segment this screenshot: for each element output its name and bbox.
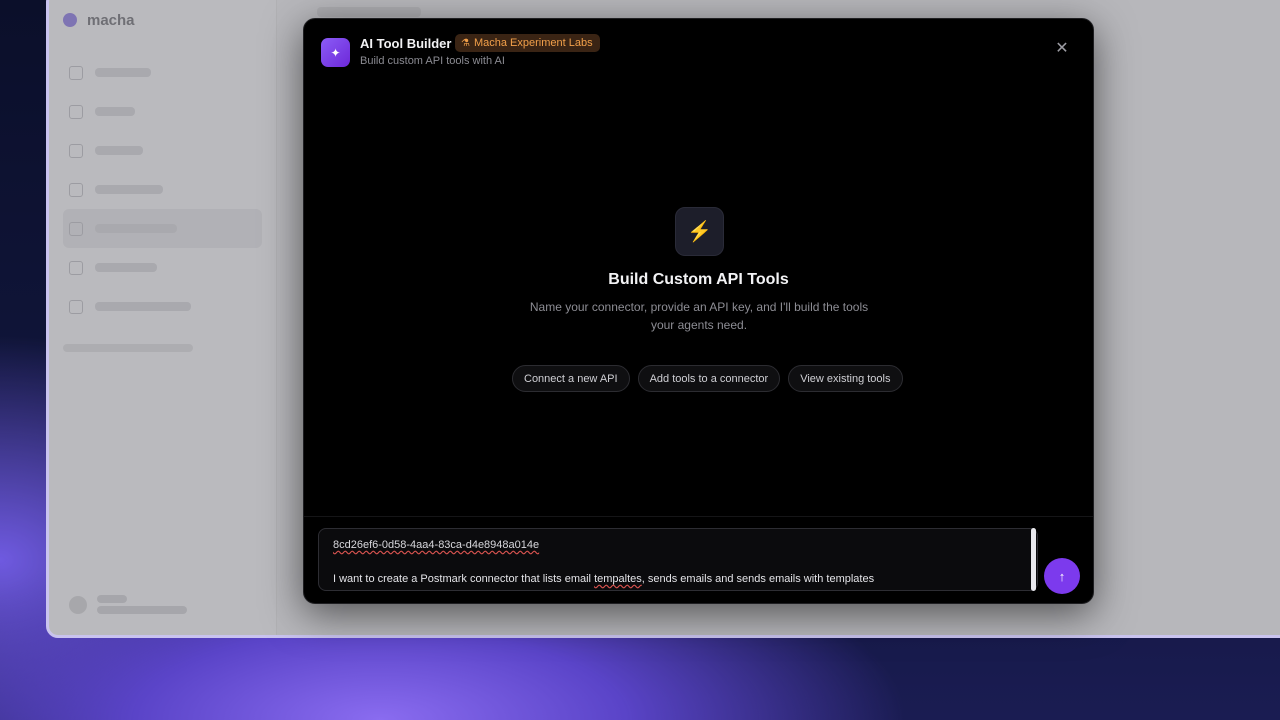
ai-tool-builder-modal: ✦ AI Tool Builder ⚗ Macha Experiment Lab… [303, 18, 1094, 604]
prompt-text-part1: I want to create a Postmark connector th… [333, 573, 595, 585]
suggestion-add-tools-to-connector[interactable]: Add tools to a connector [637, 365, 781, 392]
prompt-text-part2: , sends emails and sends emails with tem… [641, 573, 875, 585]
flask-icon: ⚗ [461, 37, 470, 49]
hero-title: Build Custom API Tools [608, 271, 789, 288]
api-key-text: 8cd26ef6-0d58-4aa4-83ca-d4e8948a014e [333, 539, 539, 551]
arrow-up-icon: ↑ [1058, 568, 1066, 584]
api-key-value: 8cd26ef6-0d58-4aa4-83ca-d4e8948a014e [333, 539, 540, 551]
prompt-misspelled-word: tempaltes [594, 573, 642, 585]
hero-description: Name your connector, provide an API key,… [529, 300, 869, 332]
modal-title: AI Tool Builder [360, 36, 452, 51]
prompt-text: I want to create a Postmark connector th… [333, 573, 874, 585]
message-input[interactable]: 8cd26ef6-0d58-4aa4-83ca-d4e8948a014e I w… [318, 528, 1038, 591]
modal-subtitle: Build custom API tools with AI [360, 55, 505, 67]
send-button[interactable]: ↑ [1044, 558, 1080, 594]
suggestion-chips: Connect a new API Add tools to a connect… [512, 365, 903, 392]
suggestion-view-existing-tools[interactable]: View existing tools [788, 365, 903, 392]
composer-area: 8cd26ef6-0d58-4aa4-83ca-d4e8948a014e I w… [304, 516, 1093, 603]
lightning-icon: ⚡ [675, 207, 724, 256]
input-scrollbar[interactable] [1031, 528, 1036, 591]
badge-label: Macha Experiment Labs [473, 37, 593, 49]
close-icon[interactable]: ✕ [1055, 41, 1069, 57]
sparkle-icon: ✦ [321, 38, 350, 67]
modal-header: ✦ AI Tool Builder ⚗ Macha Experiment Lab… [304, 19, 1093, 83]
suggestion-connect-new-api[interactable]: Connect a new API [512, 365, 630, 392]
experiment-labs-badge: ⚗ Macha Experiment Labs [455, 34, 600, 52]
